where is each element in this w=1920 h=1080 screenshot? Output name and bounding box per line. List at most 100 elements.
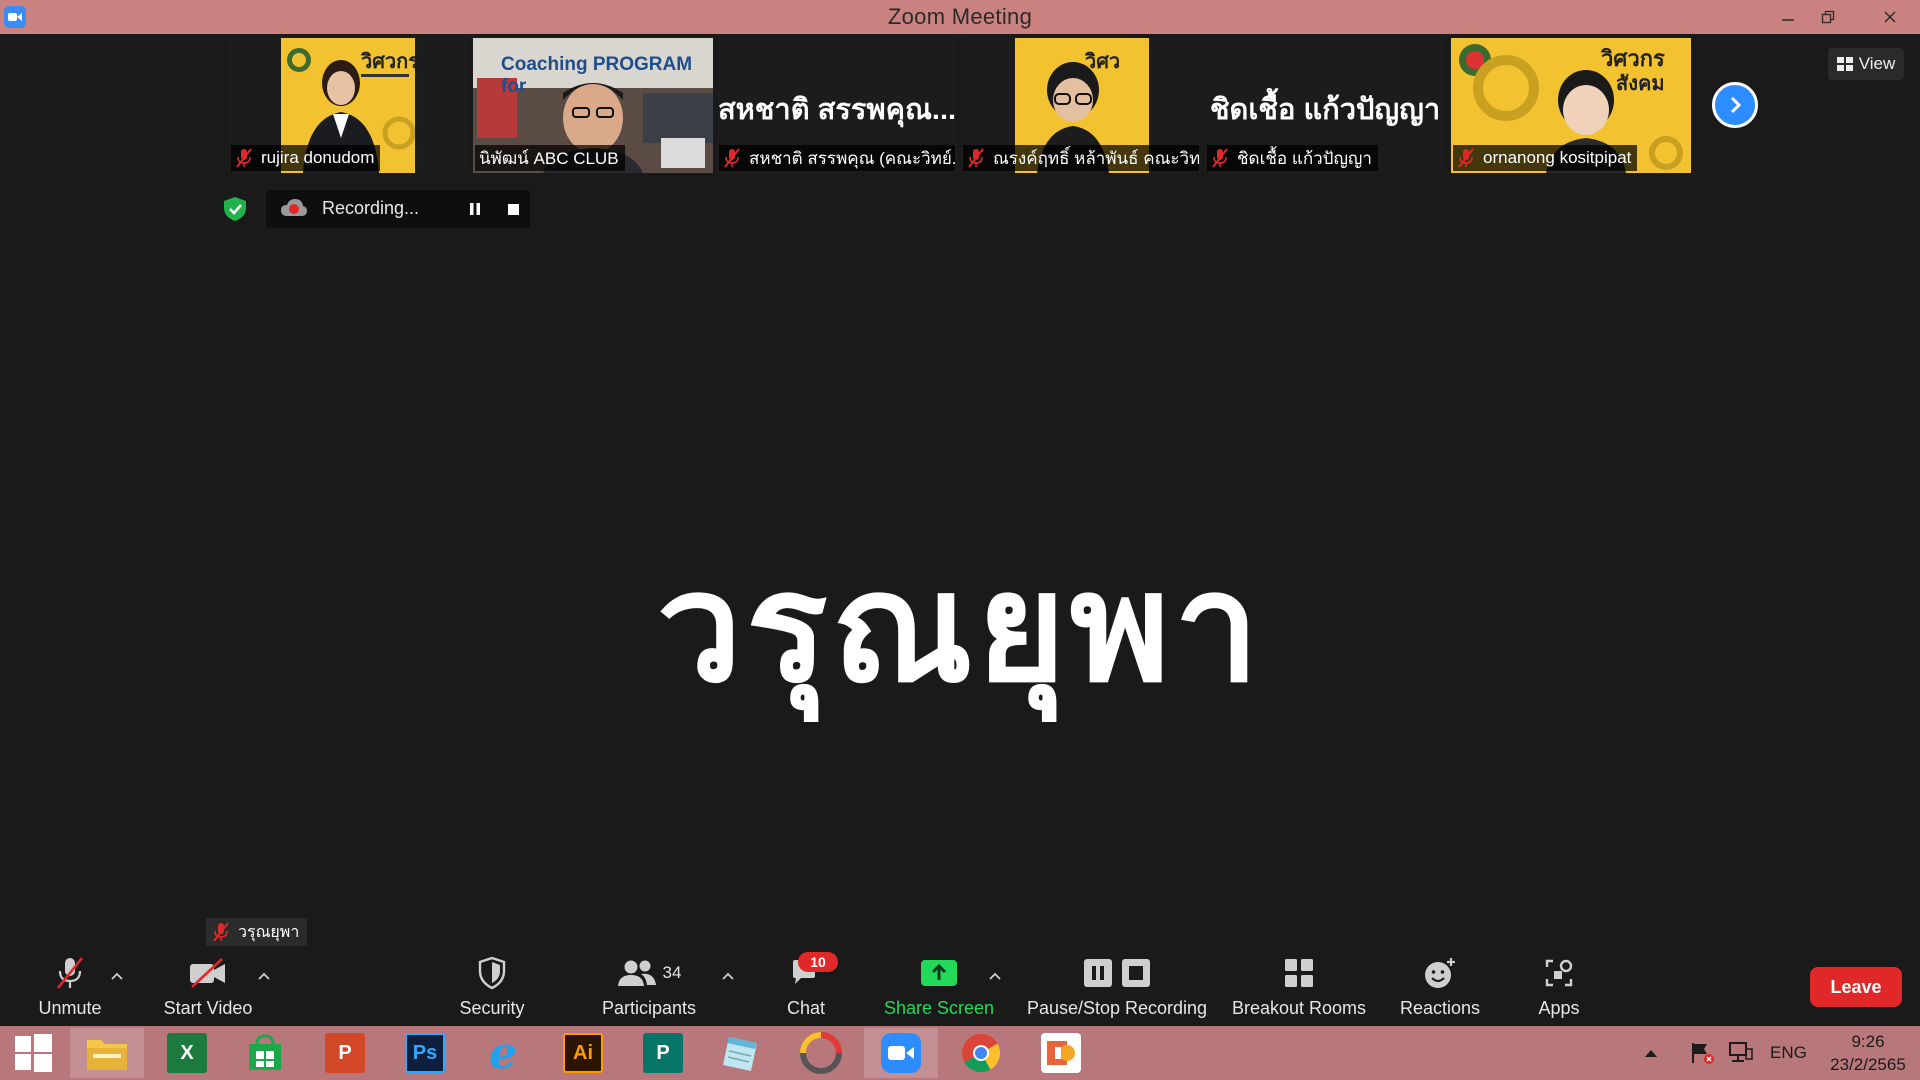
muted-mic-icon — [1212, 148, 1228, 168]
self-view-name-tag: วรุณยุพา — [206, 918, 308, 946]
view-button[interactable]: View — [1828, 48, 1904, 80]
participant-thumbnail-3[interactable]: สหชาติ สรรพคุณ... สหชาติ สรรพคุณ (คณะวิท… — [717, 38, 957, 173]
cloud-recording-icon — [281, 199, 307, 216]
input-language[interactable]: ENG — [1770, 1026, 1807, 1080]
windows-logo-icon — [15, 1034, 52, 1072]
share-screen-button[interactable]: Share Screen — [882, 952, 996, 1024]
shield-icon — [478, 956, 506, 990]
active-speaker-name: วรุณยุพา — [656, 539, 1264, 716]
video-options-caret[interactable] — [254, 966, 274, 986]
network-status[interactable] — [1728, 1026, 1754, 1080]
pause-icon — [470, 203, 480, 215]
taskbar-publisher[interactable]: P — [626, 1028, 700, 1078]
taskbar-slides-app[interactable] — [1024, 1028, 1098, 1078]
show-hidden-icons-button[interactable] — [1644, 1026, 1658, 1080]
participant-name-tag: สหชาติ สรรพคุณ (คณะวิทย์... — [719, 145, 955, 171]
security-button[interactable]: Security — [452, 952, 532, 1024]
breakout-rooms-button[interactable]: Breakout Rooms — [1228, 952, 1370, 1024]
banner-text: Coaching PROGRAM for — [501, 54, 693, 97]
participant-name-tag: ชิดเชื้อ แก้วปัญญา — [1207, 145, 1378, 171]
participants-button[interactable]: 34 Participants — [597, 952, 701, 1024]
start-video-button[interactable]: Start Video — [158, 952, 258, 1024]
participant-thumbnail-6[interactable]: วิศวกร สังคม ornanong kositpipat — [1451, 38, 1691, 173]
taskbar-store[interactable] — [228, 1028, 302, 1078]
pause-stop-recording-button[interactable]: Pause/Stop Recording — [1022, 952, 1212, 1024]
taskbar-clock[interactable]: 9:26 23/2/2565 — [1818, 1030, 1918, 1076]
chevron-right-icon — [1730, 96, 1742, 114]
participant-name-tag: ณรงค์ฤทธิ์ หล้าพันธ์ คณะวิทย์ — [963, 145, 1199, 171]
participant-thumbnail-4[interactable]: วิศว ณรงค์ฤทธิ์ หล้าพันธ์ คณะวิทย์ — [961, 38, 1201, 173]
recording-status: Recording... — [322, 198, 420, 218]
share-screen-icon — [921, 960, 957, 986]
muted-microphone-icon — [56, 957, 84, 989]
window-title: Zoom Meeting — [887, 4, 1033, 29]
video-off-icon — [190, 958, 225, 988]
muted-mic-icon — [1458, 148, 1474, 168]
store-bag-icon — [249, 1034, 281, 1070]
minimize-button[interactable] — [1768, 0, 1808, 34]
taskbar-zoom[interactable] — [864, 1028, 938, 1078]
participants-count: 34 — [662, 963, 682, 982]
share-options-caret[interactable] — [985, 966, 1005, 986]
next-page-button[interactable] — [1712, 82, 1758, 128]
participant-thumbnail-1[interactable]: วิศวกร rujira donudom — [229, 38, 469, 173]
action-center-flag[interactable] — [1690, 1026, 1716, 1080]
presentation-app-icon — [1041, 1033, 1081, 1073]
taskbar-file-explorer[interactable] — [70, 1028, 144, 1078]
taskbar-powerpoint[interactable]: P — [308, 1028, 382, 1078]
pause-stop-recording-icon — [1084, 959, 1150, 987]
chevron-up-icon — [1645, 1050, 1657, 1057]
participant-big-name: สหชาติ สรรพคุณ... — [717, 94, 957, 126]
network-icon — [1729, 1042, 1753, 1062]
taskbar-photoshop[interactable]: Ps — [388, 1028, 462, 1078]
chat-button[interactable]: 10 Chat — [780, 952, 838, 1024]
reactions-button[interactable]: Reactions — [1392, 952, 1488, 1024]
participant-thumbnail-5[interactable]: ชิดเชื้อ แก้วปัญญา ชิดเชื้อ แก้วปัญญา — [1205, 38, 1445, 173]
participant-name-tag: ornanong kositpipat — [1453, 145, 1638, 171]
notepad-icon — [723, 1037, 757, 1071]
svg-text:วิศวกร: วิศวกร — [1600, 47, 1665, 72]
restore-button[interactable] — [1808, 0, 1848, 34]
close-button[interactable] — [1860, 0, 1920, 34]
meeting-toolbar: Unmute Start Video Security 34 Participa… — [0, 952, 1920, 1024]
recording-bar: Recording... — [266, 190, 530, 228]
chevron-up-icon — [258, 972, 270, 980]
taskbar-internet-explorer[interactable]: e — [466, 1028, 540, 1079]
apps-button[interactable]: Apps — [1526, 952, 1592, 1024]
taskbar-photoscape[interactable] — [784, 1028, 858, 1078]
encryption-shield-icon[interactable] — [222, 196, 248, 222]
clock-date: 23/2/2565 — [1830, 1055, 1906, 1074]
unmute-button[interactable]: Unmute — [30, 952, 110, 1024]
photoscape-icon — [800, 1032, 842, 1074]
chat-unread-badge: 10 — [798, 952, 838, 972]
clock-time: 9:26 — [1851, 1032, 1885, 1051]
title-bar: Zoom Meeting — [0, 0, 1920, 34]
muted-mic-icon — [236, 148, 252, 168]
windows-taskbar: X P Ps e Ai P ENG 9:26 23/2/2565 — [0, 1026, 1920, 1080]
pause-recording-button[interactable] — [462, 196, 488, 222]
start-button[interactable] — [0, 1028, 66, 1078]
taskbar-chrome[interactable] — [944, 1028, 1018, 1078]
breakout-rooms-icon — [1285, 959, 1313, 987]
taskbar-illustrator[interactable]: Ai — [546, 1028, 620, 1078]
apps-icon — [1545, 959, 1573, 987]
stop-recording-button[interactable] — [500, 196, 526, 222]
participant-thumbnail-2[interactable]: Coaching PROGRAM for นิพัฒน์ ABC CLUB — [473, 38, 713, 173]
zoom-icon — [881, 1033, 921, 1073]
reactions-icon — [1425, 958, 1455, 988]
audio-options-caret[interactable] — [107, 966, 127, 986]
folder-icon — [87, 1040, 127, 1070]
muted-mic-icon — [213, 922, 229, 942]
chevron-up-icon — [722, 972, 734, 980]
taskbar-excel[interactable]: X — [150, 1028, 224, 1078]
muted-mic-icon — [724, 148, 740, 168]
participant-big-name: ชิดเชื้อ แก้วปัญญา — [1209, 94, 1441, 126]
zoom-app-icon — [4, 6, 26, 28]
participants-options-caret[interactable] — [718, 966, 738, 986]
chevron-up-icon — [989, 972, 1001, 980]
chevron-up-icon — [111, 972, 123, 980]
participant-name-tag: นิพัฒน์ ABC CLUB — [475, 145, 625, 171]
taskbar-notepad[interactable] — [704, 1028, 778, 1078]
leave-button[interactable]: Leave — [1810, 967, 1902, 1007]
participants-icon — [617, 960, 656, 986]
